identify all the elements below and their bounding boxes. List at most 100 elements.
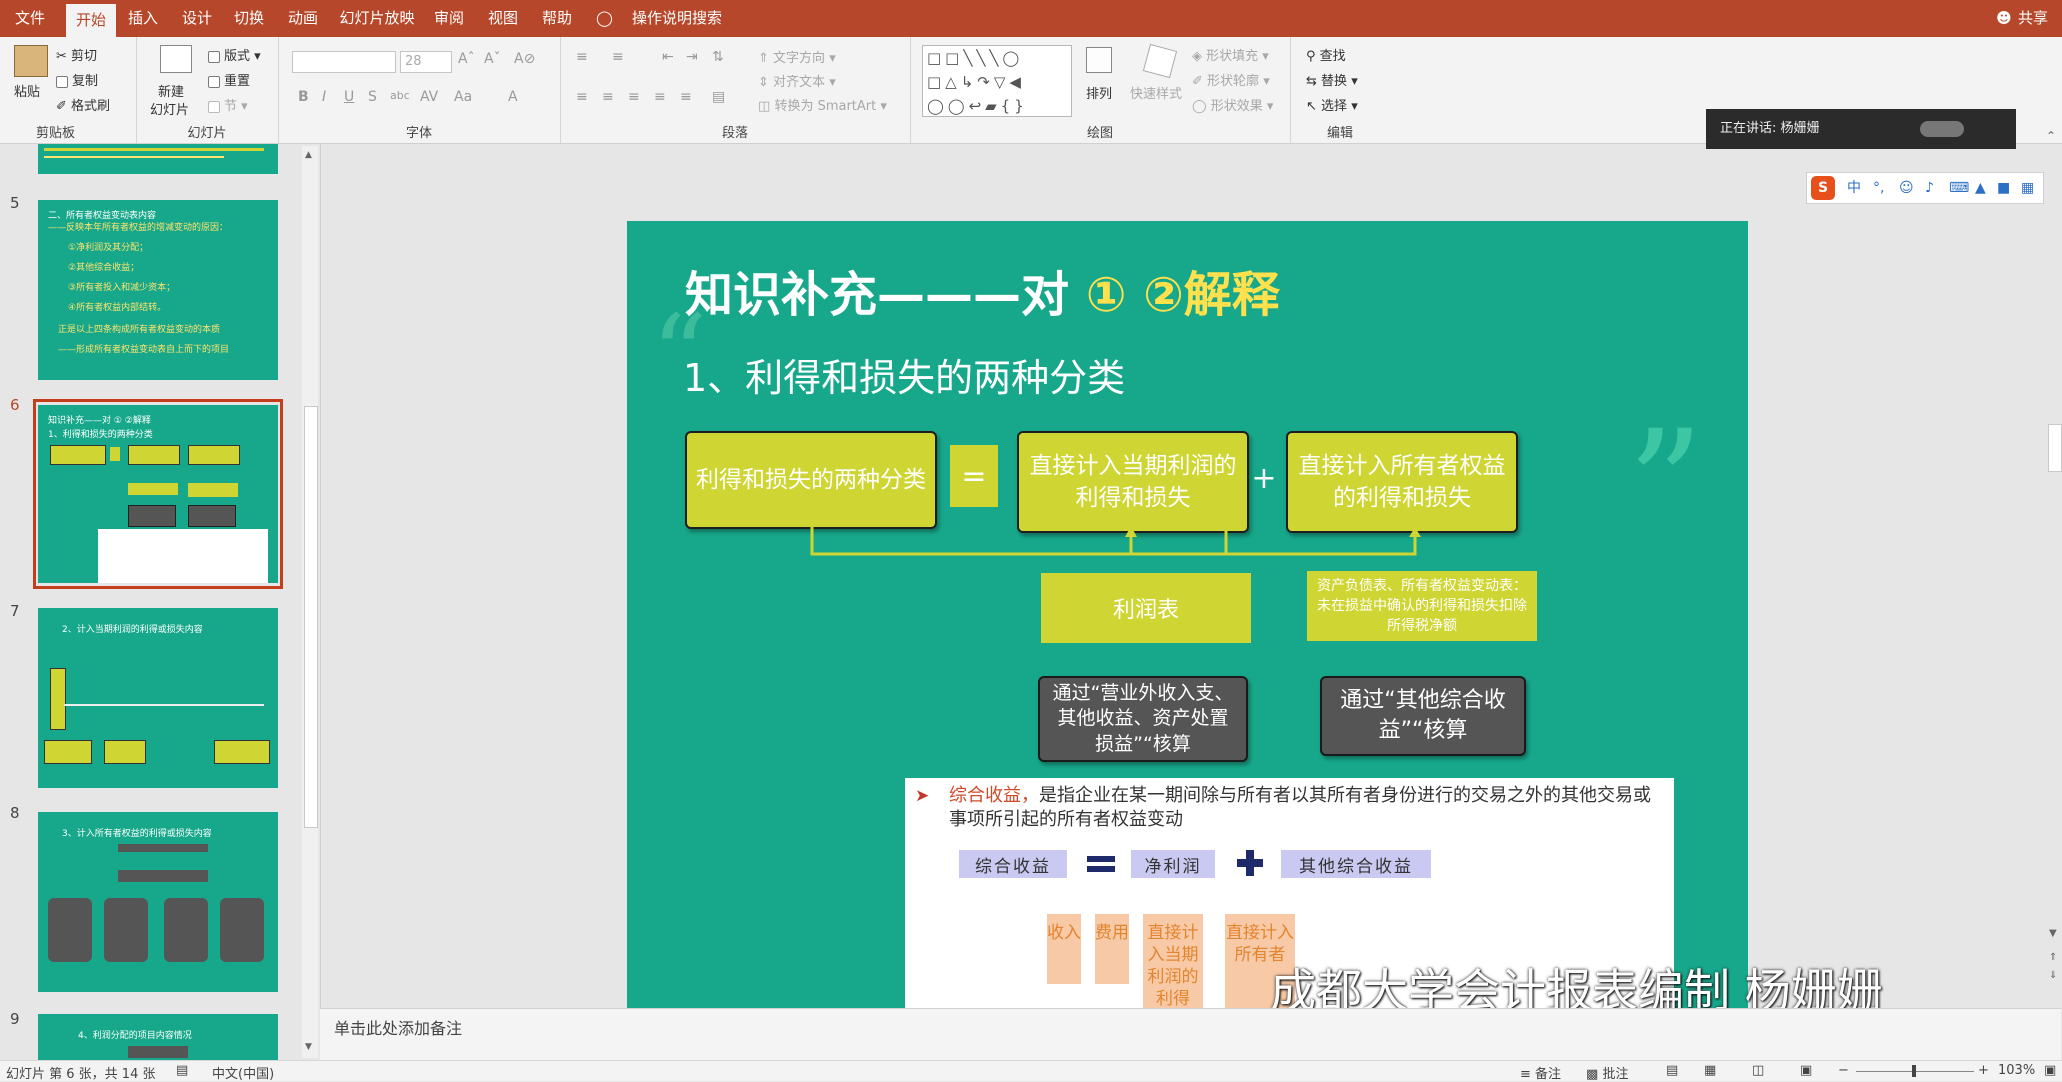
zoom-slider[interactable] bbox=[1856, 1065, 1974, 1077]
arrange-button[interactable]: 排列 bbox=[1086, 83, 1112, 102]
find-button[interactable]: ⚲ 查找 bbox=[1306, 45, 1346, 64]
comments-toggle[interactable]: ▩ 批注 bbox=[1586, 1063, 1628, 1082]
slide-sorter-icon[interactable]: ▦ bbox=[1704, 1063, 1716, 1078]
char-spacing-icon[interactable]: AV bbox=[420, 89, 438, 105]
ime-toolbar[interactable]: S 中 °, ☺ ♪ ⌨ ▲ ■ ▦ bbox=[1806, 172, 2044, 204]
strikethrough-icon[interactable]: abc bbox=[390, 89, 410, 102]
notes-pane[interactable]: 单击此处添加备注 bbox=[320, 1008, 2061, 1061]
thumbnail-scrollbar[interactable]: ▲ ▼ bbox=[302, 146, 318, 1058]
term-direct-profit-gains[interactable]: 直接计入当期利润的利得 bbox=[1143, 914, 1203, 1008]
keyboard-icon[interactable]: ⌨ bbox=[1949, 173, 1969, 203]
term-income[interactable]: 收入 bbox=[1047, 914, 1081, 984]
next-slide-icon[interactable]: ⇓ bbox=[2049, 970, 2057, 981]
clear-format-icon[interactable]: A⊘ bbox=[514, 51, 535, 67]
shape-outline-button[interactable]: ✐ 形状轮廓 ▾ bbox=[1192, 70, 1270, 89]
editor-scrollbar-thumb[interactable] bbox=[2048, 424, 2062, 472]
notes-toggle[interactable]: ≡ 备注 bbox=[1520, 1063, 1561, 1082]
paste-button[interactable]: 粘贴 bbox=[14, 81, 40, 100]
ime-mode[interactable]: 中 bbox=[1847, 173, 1861, 203]
cut-button[interactable]: ✂ 剪切 bbox=[56, 45, 97, 64]
microphone-icon[interactable]: ♪ bbox=[1925, 173, 1934, 203]
term-net-profit[interactable]: 净利润 bbox=[1131, 850, 1215, 878]
tab-file[interactable]: 文件 bbox=[8, 0, 52, 37]
scroll-up-icon[interactable]: ▲ bbox=[305, 150, 312, 160]
align-right-icon[interactable]: ≡ bbox=[628, 89, 640, 105]
font-color-icon[interactable]: A bbox=[508, 89, 518, 105]
spellcheck-icon[interactable]: ▤ bbox=[176, 1063, 188, 1078]
numbering-icon[interactable]: ≡ bbox=[612, 49, 624, 65]
thumbnail-slide-6[interactable]: 知识补充——对 ① ②解释 1、利得和损失的两种分类 bbox=[38, 405, 278, 583]
align-center-icon[interactable]: ≡ bbox=[602, 89, 614, 105]
thumbnail-slide-4[interactable] bbox=[38, 144, 278, 174]
box-income-statement[interactable]: 利润表 bbox=[1041, 573, 1251, 643]
punctuation-icon[interactable]: °, bbox=[1873, 173, 1884, 203]
shape-fill-button[interactable]: ◈ 形状填充 ▾ bbox=[1192, 45, 1269, 64]
thumbnail-slide-8[interactable]: 3、计入所有者权益的利得或损失内容 bbox=[38, 812, 278, 992]
term-comprehensive-income[interactable]: 综合收益 bbox=[959, 850, 1067, 878]
share-button[interactable]: 共享 bbox=[2016, 0, 2050, 37]
slide-canvas[interactable]: “ ” 知识补充———对 ① ②解释 1、利得和损失的两种分类 利得和损失的两种… bbox=[627, 221, 1748, 1008]
change-case-icon[interactable]: Aa bbox=[454, 89, 472, 105]
grow-font-icon[interactable]: Aˆ bbox=[458, 51, 475, 67]
zoom-level[interactable]: 103% bbox=[1998, 1063, 2035, 1078]
font-name-combo[interactable] bbox=[292, 51, 396, 73]
italic-icon[interactable]: I bbox=[322, 89, 326, 105]
zoom-in-icon[interactable]: + bbox=[1978, 1063, 1989, 1078]
underline-icon[interactable]: U bbox=[344, 89, 354, 105]
box-balance-sheet-note[interactable]: 资产负债表、所有者权益变动表：未在损益中确认的利得和损失扣除所得税净额 bbox=[1307, 571, 1537, 641]
section-button[interactable]: 节 ▾ bbox=[208, 95, 248, 114]
notes-placeholder[interactable]: 单击此处添加备注 bbox=[334, 1015, 462, 1039]
tab-view[interactable]: 视图 bbox=[482, 0, 524, 37]
emoji-icon[interactable]: ☺ bbox=[1899, 173, 1914, 203]
shadow-icon[interactable]: S bbox=[368, 89, 377, 105]
skin-icon[interactable]: ▲ bbox=[1975, 173, 1986, 203]
layout-button[interactable]: 版式 ▾ bbox=[208, 45, 261, 64]
quick-styles-button[interactable]: 快速样式 bbox=[1130, 83, 1182, 102]
scroll-down-icon[interactable]: ▼ bbox=[305, 1042, 312, 1052]
collapse-ribbon-icon[interactable]: ⌃ bbox=[2046, 129, 2056, 143]
new-slide-button[interactable]: 新建 bbox=[158, 81, 184, 100]
align-text-button[interactable]: ⇕ 对齐文本 ▾ bbox=[758, 71, 836, 90]
term-oci[interactable]: 其他综合收益 bbox=[1281, 850, 1431, 878]
tab-animations[interactable]: 动画 bbox=[282, 0, 324, 37]
fit-to-window-icon[interactable]: ▣ bbox=[2044, 1063, 2056, 1078]
shape-effects-button[interactable]: ◯ 形状效果 ▾ bbox=[1192, 95, 1273, 114]
align-left-icon[interactable]: ≡ bbox=[576, 89, 588, 105]
shrink-font-icon[interactable]: Aˇ bbox=[484, 51, 501, 67]
scroll-down-icon[interactable]: ▼ bbox=[2049, 928, 2057, 939]
editor-scrollbar[interactable]: ▼ ⇑ ⇓ bbox=[2046, 144, 2062, 1008]
tab-insert[interactable]: 插入 bbox=[122, 0, 164, 37]
slideshow-view-icon[interactable]: ▣ bbox=[1800, 1063, 1812, 1078]
tab-help[interactable]: 帮助 bbox=[536, 0, 578, 37]
bullets-icon[interactable]: ≡ bbox=[576, 49, 588, 65]
tab-home[interactable]: 开始 bbox=[66, 4, 116, 37]
copy-button[interactable]: 复制 bbox=[56, 70, 98, 89]
justify-icon[interactable]: ≡ bbox=[654, 89, 666, 105]
bold-icon[interactable]: B bbox=[298, 89, 309, 105]
font-size-combo[interactable]: 28 bbox=[400, 51, 452, 73]
tab-review[interactable]: 审阅 bbox=[428, 0, 470, 37]
format-painter-button[interactable]: ✐ 格式刷 bbox=[56, 95, 110, 114]
distributed-icon[interactable]: ≡ bbox=[680, 89, 692, 105]
tab-slideshow[interactable]: 幻灯片放映 bbox=[338, 0, 416, 37]
box-via-oci[interactable]: 通过“其他综合收益”“核算 bbox=[1320, 676, 1526, 756]
normal-view-icon[interactable]: ▤ bbox=[1666, 1063, 1678, 1078]
scrollbar-thumb[interactable] bbox=[304, 406, 318, 828]
grid-icon[interactable]: ▦ bbox=[2021, 173, 2034, 203]
zoom-slider-thumb[interactable] bbox=[1912, 1065, 1916, 1077]
tab-design[interactable]: 设计 bbox=[176, 0, 218, 37]
line-spacing-icon[interactable]: ⇅ bbox=[712, 49, 724, 65]
prev-slide-icon[interactable]: ⇑ bbox=[2049, 952, 2057, 963]
language-indicator[interactable]: 中文(中国) bbox=[212, 1063, 274, 1082]
shirt-icon[interactable]: ■ bbox=[1997, 173, 2010, 203]
shapes-gallery[interactable]: □□╲╲╲◯ □△↳↷▽◀ ◯◯↩▰{} bbox=[922, 45, 1072, 117]
thumbnail-slide-5[interactable]: 二、所有者权益变动表内容 ——反映本年所有者权益的增减变动的原因： ①净利润及其… bbox=[38, 200, 278, 380]
reset-button[interactable]: 重置 bbox=[208, 70, 250, 89]
text-direction-button[interactable]: ⇑ 文字方向 ▾ bbox=[758, 47, 836, 66]
reading-view-icon[interactable]: ◫ bbox=[1752, 1063, 1764, 1078]
decrease-indent-icon[interactable]: ⇤ bbox=[662, 49, 674, 65]
term-expense[interactable]: 费用 bbox=[1095, 914, 1129, 984]
columns-icon[interactable]: ▤ bbox=[712, 89, 725, 105]
thumbnail-slide-7[interactable]: 2、计入当期利润的利得或损失内容 bbox=[38, 608, 278, 788]
tell-me-search[interactable]: 操作说明搜索 bbox=[626, 0, 728, 37]
